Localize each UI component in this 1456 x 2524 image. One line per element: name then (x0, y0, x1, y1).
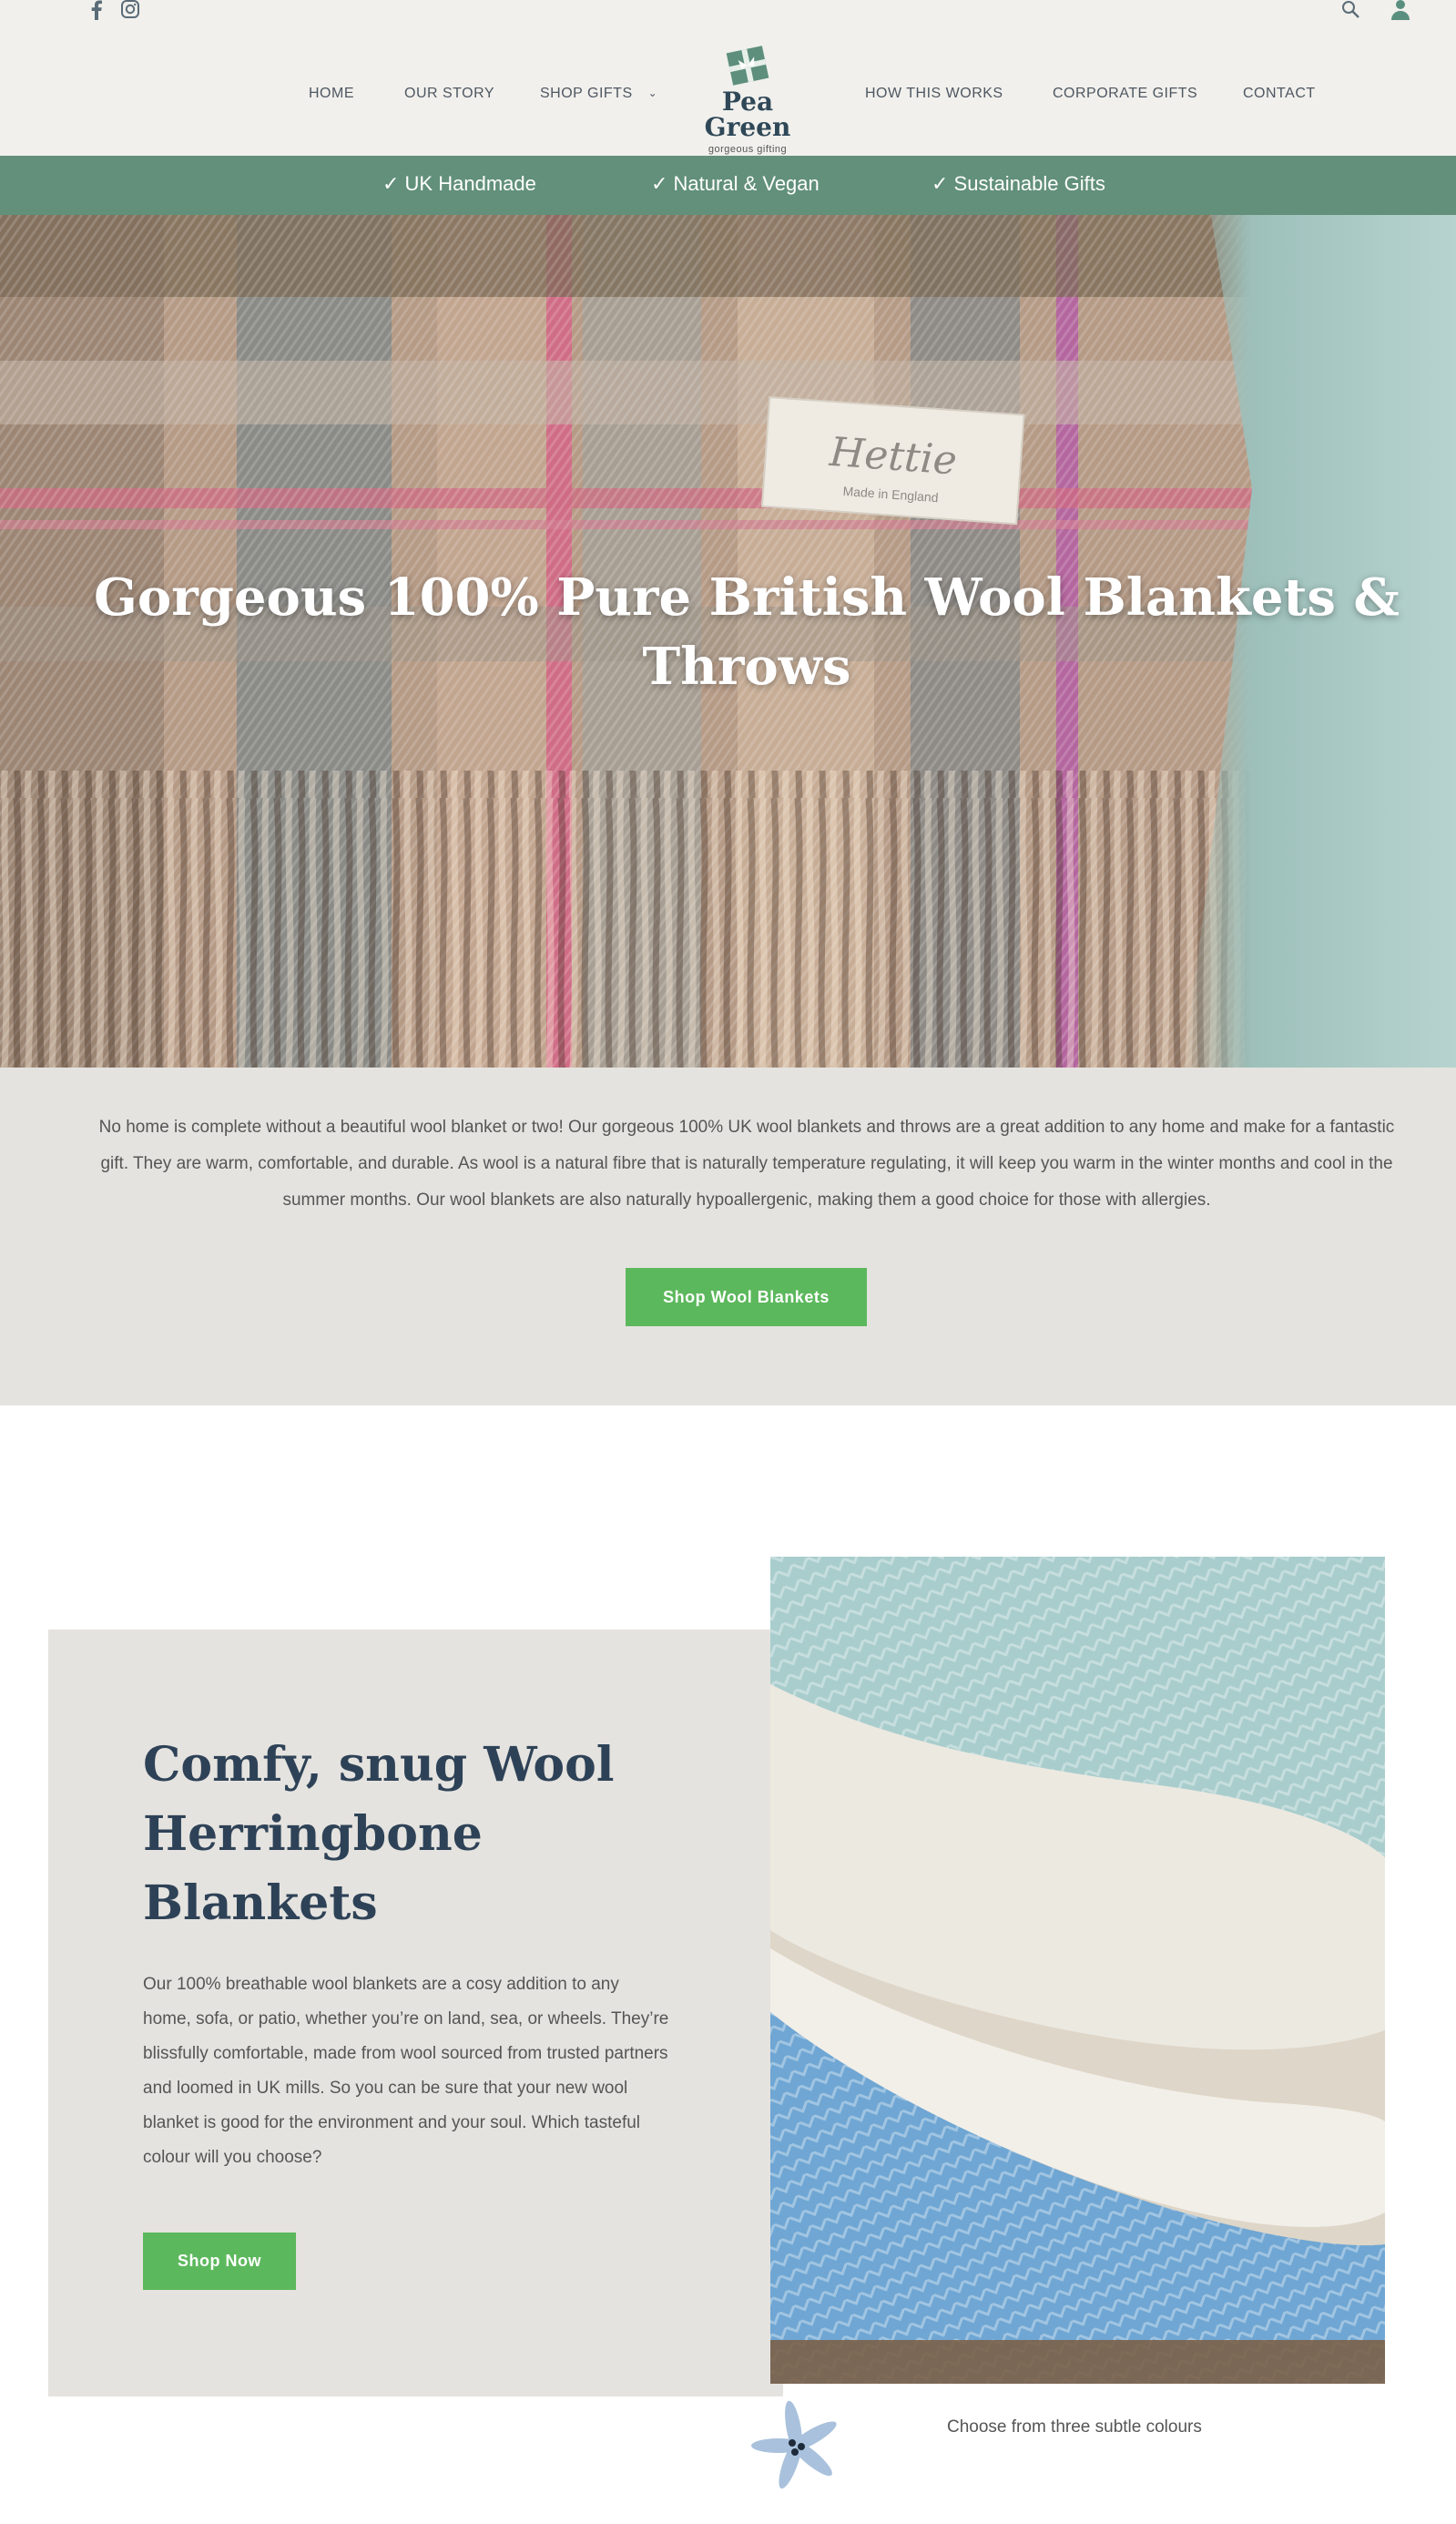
logo-name: Pea Green (704, 87, 791, 142)
gift-box-logo-icon (725, 46, 770, 86)
nav-our-story[interactable]: OUR STORY (404, 86, 494, 102)
facebook-icon[interactable] (89, 0, 104, 20)
shop-wool-blankets-button[interactable]: Shop Wool Blankets (626, 1268, 867, 1326)
shop-now-button[interactable]: Shop Now (143, 2233, 296, 2290)
nav-shop-gifts[interactable]: SHOP GIFTS ⌄ (540, 86, 657, 102)
usp-bar: ✓ UK Handmade ✓ Natural & Vegan ✓ Sustai… (0, 156, 1456, 215)
utility-links (1341, 0, 1410, 25)
intro-section: No home is complete without a beautiful … (0, 1068, 1456, 1405)
usp-uk-handmade: ✓ UK Handmade (382, 172, 536, 195)
nav-corporate-gifts[interactable]: CORPORATE GIFTS (1053, 86, 1197, 102)
nav-shop-gifts-label: SHOP GIFTS (540, 86, 633, 101)
colour-caption: Choose from three subtle colours (947, 2417, 1202, 2437)
flower-decoration-icon (742, 2396, 851, 2500)
chevron-down-icon: ⌄ (647, 87, 658, 99)
feature-paragraph: Our 100% breathable wool blankets are a … (143, 1975, 669, 2167)
hero-banner: Hettie Made in England Gorgeous 100% Pur… (0, 215, 1456, 1068)
feature-title: Comfy, snug Wool Herringbone Blankets (143, 1737, 615, 1931)
hero-title: Gorgeous 100% Pure British Wool Blankets… (94, 567, 1400, 697)
instagram-icon[interactable] (120, 0, 140, 20)
account-icon[interactable] (1390, 0, 1410, 25)
nav-home[interactable]: HOME (309, 86, 354, 102)
usp-natural-vegan: ✓ Natural & Vegan (651, 172, 820, 195)
site-header: HOME OUR STORY SHOP GIFTS ⌄ HOW THIS WOR… (0, 0, 1456, 156)
nav-how-this-works[interactable]: HOW THIS WORKS (865, 86, 1003, 102)
logo-tagline: gorgeous gifting (708, 144, 788, 155)
hettie-label: Hettie Made in England (760, 395, 1025, 526)
search-icon[interactable] (1341, 0, 1361, 25)
usp-sustainable-gifts: ✓ Sustainable Gifts (932, 172, 1105, 195)
site-logo[interactable]: Pea Green gorgeous gifting (675, 46, 820, 155)
herringbone-blankets-photo (770, 1557, 1385, 2384)
social-links (89, 0, 140, 20)
intro-paragraph: No home is complete without a beautiful … (98, 1118, 1395, 1210)
nav-contact[interactable]: CONTACT (1243, 86, 1316, 102)
hettie-label-name: Hettie (827, 429, 958, 485)
